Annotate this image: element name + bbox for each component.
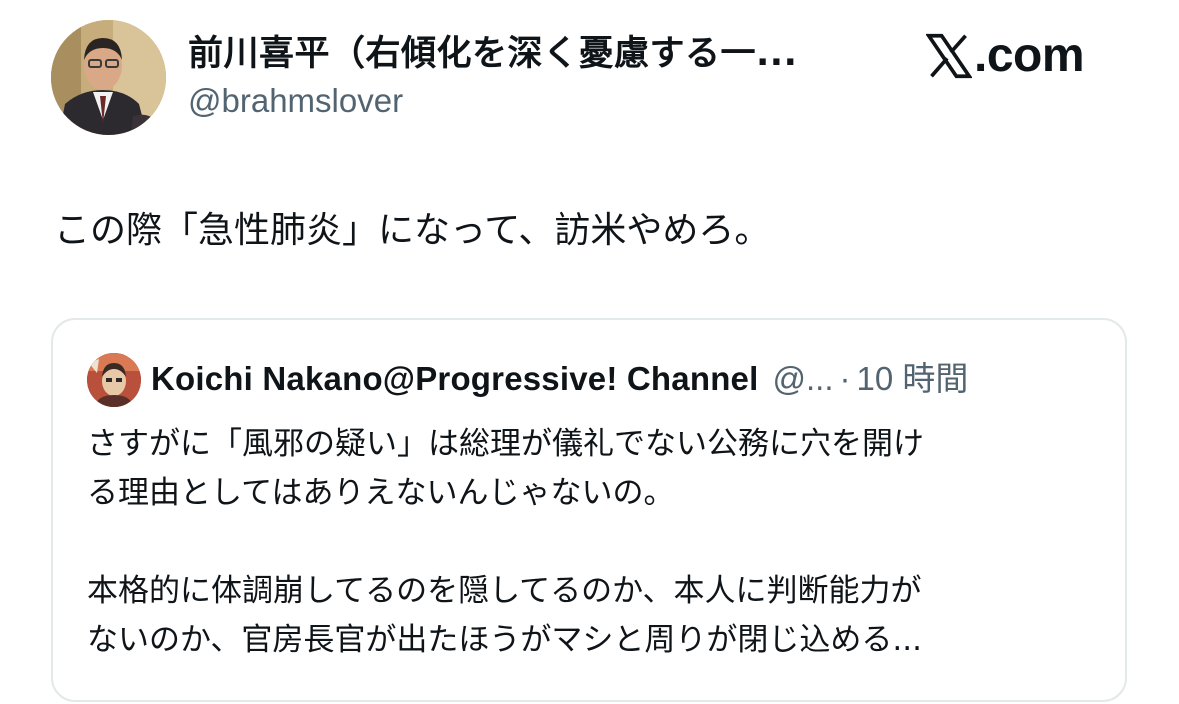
tweet-text: この際「急性肺炎」になって、訪米やめろ。 xyxy=(54,210,771,251)
quoted-text-line: さすがに「風邪の疑い」は総理が儀礼でない公務に穴を開け xyxy=(87,426,924,462)
quoted-text-line: ないのか、官房長官が出たほうがマシと周りが閉じ込める... xyxy=(87,622,922,658)
avatar-photo xyxy=(51,20,166,135)
header-separator: · xyxy=(839,360,851,397)
author-handle[interactable]: @brahmslover xyxy=(188,78,403,124)
quoted-text-line: る理由としてはありえないんじゃないの。 xyxy=(87,475,675,511)
brand-logo: .com xyxy=(926,28,1085,84)
quoted-avatar-photo xyxy=(87,353,141,407)
quoted-author-avatar[interactable] xyxy=(87,353,141,407)
quoted-tweet-time[interactable]: 10 時間 xyxy=(857,356,969,402)
brand-domain-text: .com xyxy=(974,29,1085,82)
author-avatar[interactable] xyxy=(51,20,166,135)
quoted-tweet-card[interactable]: Koichi Nakano@Progressive! Channel @... … xyxy=(51,318,1127,702)
quoted-author-handle[interactable]: @... xyxy=(772,356,833,402)
quoted-tweet-header: Koichi Nakano@Progressive! Channel @... … xyxy=(151,356,968,402)
author-display-name[interactable]: 前川喜平（右傾化を深く憂慮する一... xyxy=(188,30,808,78)
quoted-tweet-text: さすがに「風邪の疑い」は総理が儀礼でない公務に穴を開け る理由としてはありえない… xyxy=(87,420,1107,665)
quoted-author-name[interactable]: Koichi Nakano@Progressive! Channel xyxy=(151,356,758,402)
quoted-text-line: 本格的に体調崩してるのを隠してるのか、本人に判断能力が xyxy=(87,573,922,609)
x-logo-icon xyxy=(926,33,972,79)
